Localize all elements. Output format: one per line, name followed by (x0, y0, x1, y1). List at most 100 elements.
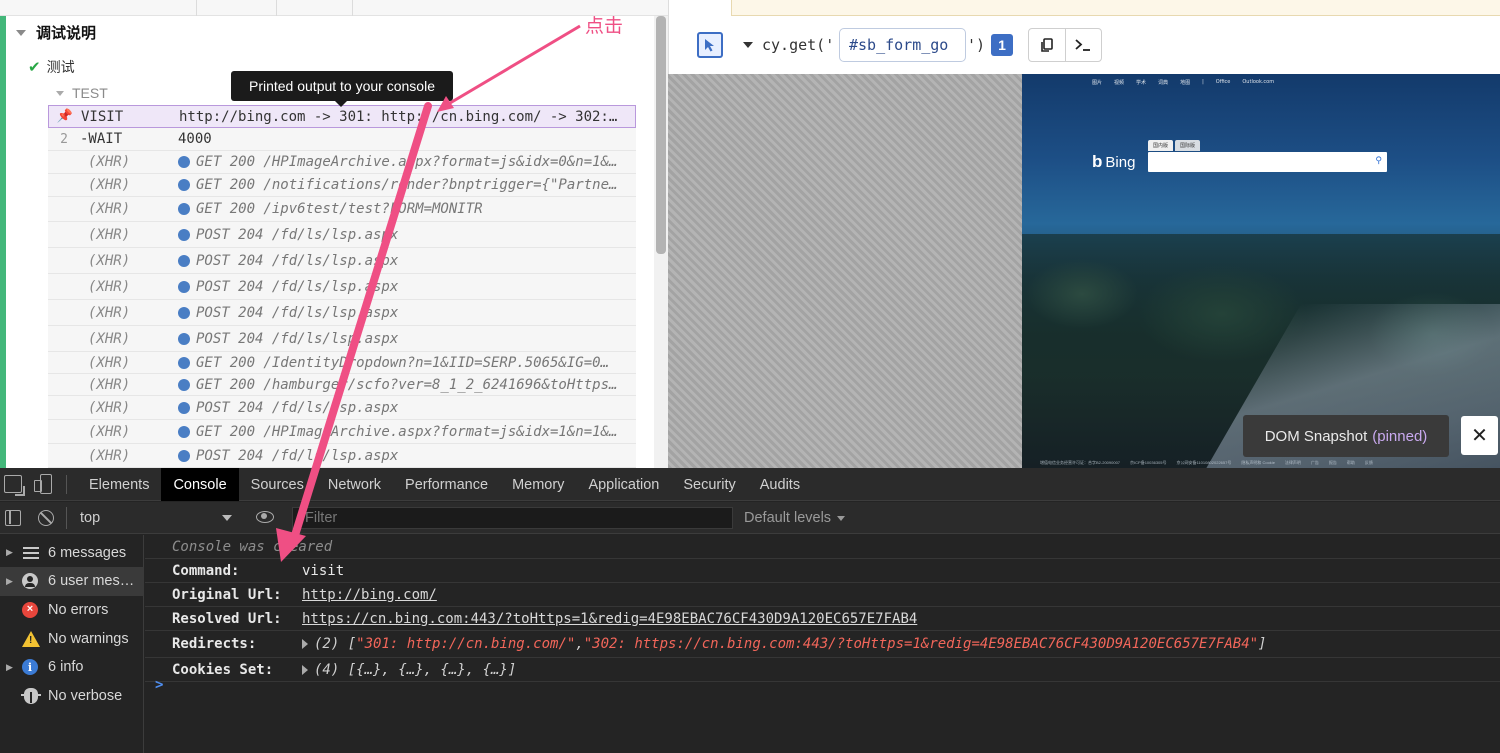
bing-search-box[interactable]: ⚲ (1148, 152, 1387, 172)
bing-nav: 图片 视频 学术 词典 地图 | Office Outlook.com (1092, 79, 1274, 86)
sidebar-item-warning[interactable]: ! No warnings (0, 624, 144, 653)
bing-nav-link[interactable]: 地图 (1180, 79, 1190, 86)
command-row[interactable]: (XHR) GET 200 /IdentityDropdown?n=1&IID=S… (48, 352, 636, 374)
bing-footer-link[interactable]: 反馈 (1365, 460, 1373, 466)
command-row[interactable]: (XHR) POST 204 /fd/ls/lsp.aspx (48, 248, 636, 274)
sidebar-item-list[interactable]: ▶ 6 messages (0, 538, 144, 567)
devtools-tab-performance[interactable]: Performance (393, 468, 500, 501)
suite-header[interactable]: 调试说明 (16, 22, 96, 43)
eye-icon[interactable] (256, 511, 274, 523)
bing-footer-link[interactable]: 广告 (1311, 460, 1319, 466)
inspect-element-icon[interactable] (4, 475, 22, 493)
bing-logo: b Bing (1092, 152, 1136, 171)
command-row[interactable]: (XHR) POST 204 /fd/ls/lsp.aspx (48, 396, 636, 420)
bing-region-tab[interactable]: 国际版 (1175, 140, 1201, 151)
command-row[interactable]: 2 -WAIT 4000 (48, 128, 636, 151)
xhr-status-dot-icon (178, 449, 190, 462)
command-row[interactable]: (XHR) POST 204 /fd/ls/lsp.aspx (48, 326, 636, 352)
sidebar-item-user[interactable]: ▶ 6 user mes… (0, 566, 144, 596)
command-row[interactable]: (XHR) POST 204 /fd/ls/lsp.aspx (48, 274, 636, 300)
expand-arrow-icon[interactable]: ▶ (0, 662, 22, 673)
bing-nav-link[interactable]: 图片 (1092, 79, 1102, 86)
devtools-tab-sources[interactable]: Sources (239, 468, 316, 501)
bing-b-icon: b (1092, 152, 1103, 171)
devtools-tab-network[interactable]: Network (316, 468, 393, 501)
command-message: GET 200 /IdentityDropdown?n=1&IID=SERP.5… (196, 354, 610, 371)
print-to-console-button[interactable] (1064, 29, 1102, 61)
command-row[interactable]: (XHR) GET 200 /HPImageArchive.aspx?format… (48, 151, 636, 174)
command-row[interactable]: (XHR) POST 204 /fd/ls/lsp.aspx (48, 444, 636, 468)
bing-homepage-frame: 图片 视频 学术 词典 地图 | Office Outlook.com b Bing 国内版国… (1022, 74, 1500, 468)
command-row[interactable]: (XHR) GET 200 /hamburger/scfo?ver=8_1_2_6… (48, 374, 636, 396)
original-url-link[interactable]: http://bing.com/ (302, 587, 437, 603)
bing-footer-link[interactable]: 增值电信业务经营许可证：合字B2-20090007 (1040, 460, 1120, 466)
command-row[interactable]: (XHR) GET 200 /ipv6test/test?FORM=MONITR (48, 197, 636, 222)
suite-title: 调试说明 (36, 25, 97, 42)
sidebar-item-label: 6 messages (48, 544, 127, 561)
copy-icon (1040, 37, 1053, 52)
devtools-tab-audits[interactable]: Audits (748, 468, 812, 501)
expand-arrow-icon[interactable]: ▶ (0, 547, 22, 558)
bing-footer-link[interactable]: 京ICP备10036305号 (1130, 460, 1166, 466)
devtools-tab-elements[interactable]: Elements (77, 468, 161, 501)
selector-input[interactable]: #sb_form_go (839, 28, 966, 62)
copy-button[interactable] (1029, 29, 1065, 61)
selector-tools (1028, 28, 1102, 62)
command-name: (XHR) (88, 423, 131, 440)
context-selector[interactable]: top (66, 507, 238, 529)
console-prompt-icon[interactable]: > (155, 677, 163, 693)
command-message: POST 204 /fd/ls/lsp.aspx (196, 304, 399, 321)
command-row[interactable]: 📌 VISIT http://bing.com -> 301: http://cn.… (48, 105, 636, 128)
expand-arrow-icon[interactable]: ▶ (0, 576, 22, 587)
sidebar-item-bug[interactable]: No verbose (0, 682, 144, 711)
command-row[interactable]: (XHR) POST 204 /fd/ls/lsp.aspx (48, 222, 636, 248)
sidebar-item-info[interactable]: ▶ i 6 info (0, 653, 144, 682)
devtools-tab-application[interactable]: Application (576, 468, 671, 501)
bing-region-tab[interactable]: 国内版 (1148, 140, 1174, 151)
sidebar-item-error[interactable]: × No errors (0, 595, 144, 624)
bing-footer-link[interactable]: 报告 (1329, 460, 1337, 466)
expand-arrow-icon[interactable] (302, 639, 308, 649)
bing-footer-link[interactable]: 法律声明 (1285, 460, 1301, 466)
xhr-status-dot-icon (178, 356, 190, 369)
selector-playground-button[interactable] (697, 32, 723, 58)
show-sidebar-icon[interactable] (5, 510, 21, 526)
clear-console-icon[interactable] (38, 510, 54, 526)
bing-nav-link[interactable]: 学术 (1136, 79, 1146, 86)
search-icon[interactable]: ⚲ (1375, 155, 1382, 166)
resolved-url-link[interactable]: https://cn.bing.com:443/?toHttps=1&redig… (302, 611, 917, 627)
devtools-tab-security[interactable]: Security (671, 468, 747, 501)
bing-footer-link[interactable]: 隐私声明和 Cookie (1241, 460, 1275, 466)
console-filter-input[interactable]: Filter (292, 507, 733, 529)
cursor-icon (705, 39, 714, 52)
xhr-status-dot-icon (178, 228, 190, 241)
bing-nav-link[interactable]: Office (1216, 79, 1231, 86)
bing-nav-link[interactable]: 词典 (1158, 79, 1168, 86)
device-toolbar-icon[interactable] (34, 474, 54, 494)
sidebar-item-label: No verbose (48, 688, 123, 704)
log-levels-dropdown[interactable]: Default levels (744, 507, 846, 529)
devtools-tab-memory[interactable]: Memory (500, 468, 576, 501)
command-row[interactable]: (XHR) GET 200 /HPImageArchive.aspx?format… (48, 420, 636, 444)
hook-block-row[interactable]: TEST (56, 85, 108, 101)
devtools-tab-console[interactable]: Console (161, 468, 239, 501)
console-output: Console was cleared Command: visit Origi… (145, 535, 1500, 753)
selector-method-caret-icon[interactable] (743, 42, 753, 48)
selector-prefix: cy.get(' (762, 36, 835, 54)
command-message: GET 200 /HPImageArchive.aspx?format=js&i… (196, 423, 618, 440)
bing-footer-link[interactable]: 帮助 (1347, 460, 1355, 466)
command-row[interactable]: (XHR) POST 204 /fd/ls/lsp.aspx (48, 300, 636, 326)
sidebar-item-label: No warnings (48, 630, 129, 647)
expand-arrow-icon[interactable] (302, 664, 308, 675)
scrollbar-thumb[interactable] (656, 16, 666, 254)
bing-nav-link[interactable]: | (1202, 79, 1204, 86)
bing-footer-link[interactable]: 京公网安备11010802022657号 (1177, 460, 1232, 466)
screen: 调试说明 ✔ 测试 TEST 📌 VISIT http://bing.com -> … (0, 0, 1500, 753)
command-row[interactable]: (XHR) GET 200 /notifications/render?bnptr… (48, 174, 636, 197)
command-message: POST 204 /fd/ls/lsp.aspx (196, 447, 399, 464)
unpin-snapshot-button[interactable]: ✕ (1461, 416, 1498, 455)
bing-nav-link[interactable]: 视频 (1114, 79, 1124, 86)
bing-nav-link[interactable]: Outlook.com (1242, 79, 1274, 86)
test-row[interactable]: ✔ 测试 (28, 57, 75, 77)
sidebar-item-label: 6 info (48, 659, 84, 676)
